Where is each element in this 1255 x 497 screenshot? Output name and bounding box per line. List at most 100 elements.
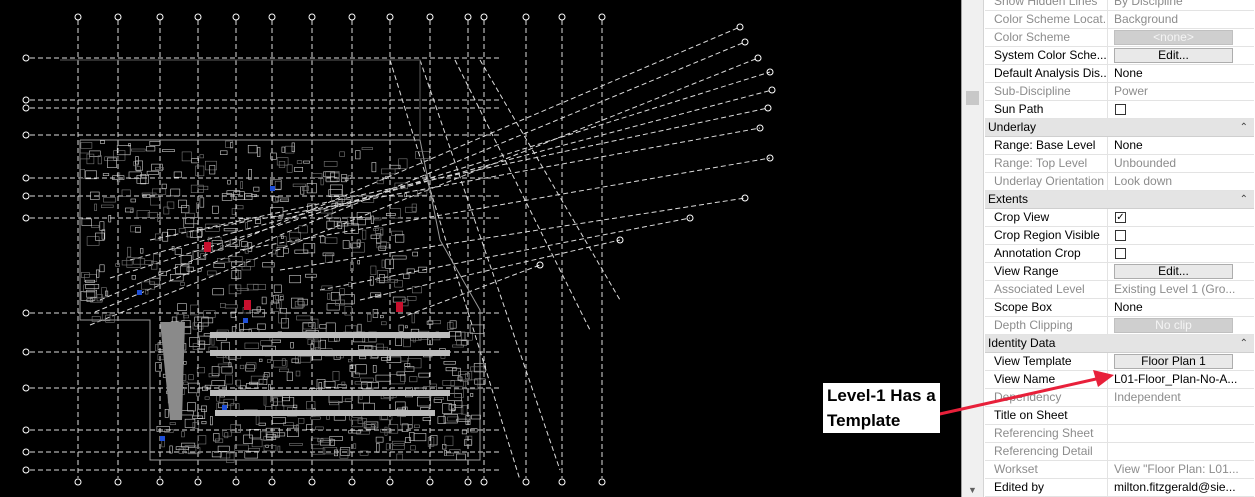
marker-blue: [243, 318, 248, 323]
property-checkbox[interactable]: ✓: [1115, 212, 1126, 223]
property-value[interactable]: [1112, 101, 1254, 118]
property-row-system-color-sche[interactable]: System Color Sche... Edit...: [985, 47, 1254, 65]
property-row-referencing-detail[interactable]: Referencing Detail: [985, 443, 1254, 461]
property-value-text[interactable]: None: [1114, 138, 1143, 152]
property-row-color-scheme[interactable]: Color Scheme <none>: [985, 29, 1254, 47]
chevron-up-double-icon[interactable]: ⌃: [1240, 119, 1248, 136]
drawing-canvas[interactable]: [0, 0, 960, 497]
property-row-depth-clipping[interactable]: Depth Clipping No clip: [985, 317, 1254, 335]
property-value-text: Power: [1114, 84, 1149, 98]
room-detail: [91, 225, 100, 228]
property-edit-button[interactable]: Edit...: [1114, 48, 1233, 63]
property-row-annotation-crop[interactable]: Annotation Crop: [985, 245, 1254, 263]
property-row-scope-box[interactable]: Scope Box None: [985, 299, 1254, 317]
room-detail: [289, 274, 302, 284]
scroll-down-arrow-icon[interactable]: ▼: [966, 485, 979, 495]
chevron-up-double-icon[interactable]: ⌃: [1240, 335, 1248, 352]
property-value-text[interactable]: milton.fitzgerald@sie...: [1114, 480, 1236, 494]
property-edit-button[interactable]: Edit...: [1114, 264, 1233, 279]
room-detail: [255, 217, 261, 224]
property-edit-button[interactable]: Floor Plan 1: [1114, 354, 1233, 369]
property-value[interactable]: [1112, 407, 1254, 424]
room-detail: [353, 443, 357, 449]
room-detail: [286, 164, 293, 173]
property-value[interactable]: Floor Plan 1: [1112, 353, 1254, 370]
room-detail: [131, 148, 146, 152]
property-row-color-scheme-locat[interactable]: Color Scheme Locat... Background: [985, 11, 1254, 29]
property-value[interactable]: L01-Floor_Plan-No-A...: [1112, 371, 1254, 388]
room-detail: [370, 265, 377, 275]
property-row-sub-discipline[interactable]: Sub-Discipline Power: [985, 83, 1254, 101]
property-value-text: Look down: [1114, 174, 1173, 188]
property-row-range-base-level[interactable]: Range: Base Level None: [985, 137, 1254, 155]
property-row-associated-level[interactable]: Associated Level Existing Level 1 (Gro...: [985, 281, 1254, 299]
property-value[interactable]: [1112, 245, 1254, 262]
property-value-text[interactable]: None: [1114, 66, 1143, 80]
group-header-identity-data[interactable]: Identity Data ⌃: [985, 335, 1254, 353]
room-detail: [283, 422, 294, 426]
property-checkbox[interactable]: [1115, 248, 1126, 259]
room-detail: [276, 246, 284, 257]
room-detail: [181, 205, 190, 214]
room-detail: [273, 359, 288, 368]
room-detail: [404, 366, 415, 372]
property-value[interactable]: None: [1112, 137, 1254, 154]
ramp: [160, 322, 185, 420]
property-value[interactable]: [1112, 227, 1254, 244]
grid-bubble: [74, 13, 82, 21]
room-detail: [305, 273, 317, 278]
room-detail: [320, 178, 324, 186]
property-row-crop-region-visible[interactable]: Crop Region Visible: [985, 227, 1254, 245]
room-detail: [295, 370, 301, 377]
property-value[interactable]: Edit...: [1112, 47, 1254, 64]
room-detail: [223, 228, 238, 232]
room-detail: [266, 359, 272, 363]
room-detail: [409, 376, 418, 383]
property-row-edited-by[interactable]: Edited by milton.fitzgerald@sie...: [985, 479, 1254, 497]
room-detail: [381, 259, 385, 269]
room-detail: [416, 396, 431, 407]
floor-plan-drawing[interactable]: [0, 0, 960, 497]
group-header-extents[interactable]: Extents ⌃: [985, 191, 1254, 209]
room-detail: [203, 333, 211, 337]
room-detail: [201, 405, 207, 412]
grid-bubble: [74, 478, 82, 486]
room-detail: [320, 236, 326, 244]
annotation-line-2: Template: [827, 411, 901, 430]
property-checkbox[interactable]: [1115, 230, 1126, 241]
property-row-default-analysis-dis[interactable]: Default Analysis Dis... None: [985, 65, 1254, 83]
grid-bubble: [598, 478, 606, 486]
property-row-range-top-level[interactable]: Range: Top Level Unbounded: [985, 155, 1254, 173]
marker-blue: [160, 436, 165, 441]
property-value[interactable]: None: [1112, 65, 1254, 82]
room-detail: [411, 286, 422, 294]
room-detail: [150, 196, 161, 206]
chevron-up-double-icon[interactable]: ⌃: [1240, 191, 1248, 208]
property-value[interactable]: milton.fitzgerald@sie...: [1112, 479, 1254, 496]
marker-blue: [222, 405, 227, 410]
group-header-underlay[interactable]: Underlay ⌃: [985, 119, 1254, 137]
property-checkbox[interactable]: [1115, 104, 1126, 115]
room-detail: [241, 241, 248, 247]
room-detail: [208, 373, 219, 378]
room-detail: [108, 215, 112, 223]
room-detail: [470, 392, 474, 397]
scroll-thumb[interactable]: [966, 91, 979, 105]
room-detail: [325, 253, 333, 263]
grid-bubble: [22, 466, 30, 474]
property-row-view-range[interactable]: View Range Edit...: [985, 263, 1254, 281]
property-value-text[interactable]: L01-Floor_Plan-No-A...: [1114, 372, 1237, 386]
property-value[interactable]: Edit...: [1112, 263, 1254, 280]
property-row-referencing-sheet[interactable]: Referencing Sheet: [985, 425, 1254, 443]
property-value[interactable]: ✓: [1112, 209, 1254, 226]
property-value-text[interactable]: None: [1114, 300, 1143, 314]
property-row-sun-path[interactable]: Sun Path: [985, 101, 1254, 119]
property-row-underlay-orientation[interactable]: Underlay Orientation Look down: [985, 173, 1254, 191]
grid-bubble: [156, 478, 164, 486]
property-row-workset[interactable]: Workset View "Floor Plan: L01...: [985, 461, 1254, 479]
room-detail: [184, 418, 196, 428]
property-row-show-hidden-lines[interactable]: Show Hidden Lines By Discipline: [985, 0, 1254, 11]
property-value[interactable]: None: [1112, 299, 1254, 316]
property-row-crop-view[interactable]: Crop View ✓: [985, 209, 1254, 227]
grid-line-diagonal: [199, 127, 761, 231]
